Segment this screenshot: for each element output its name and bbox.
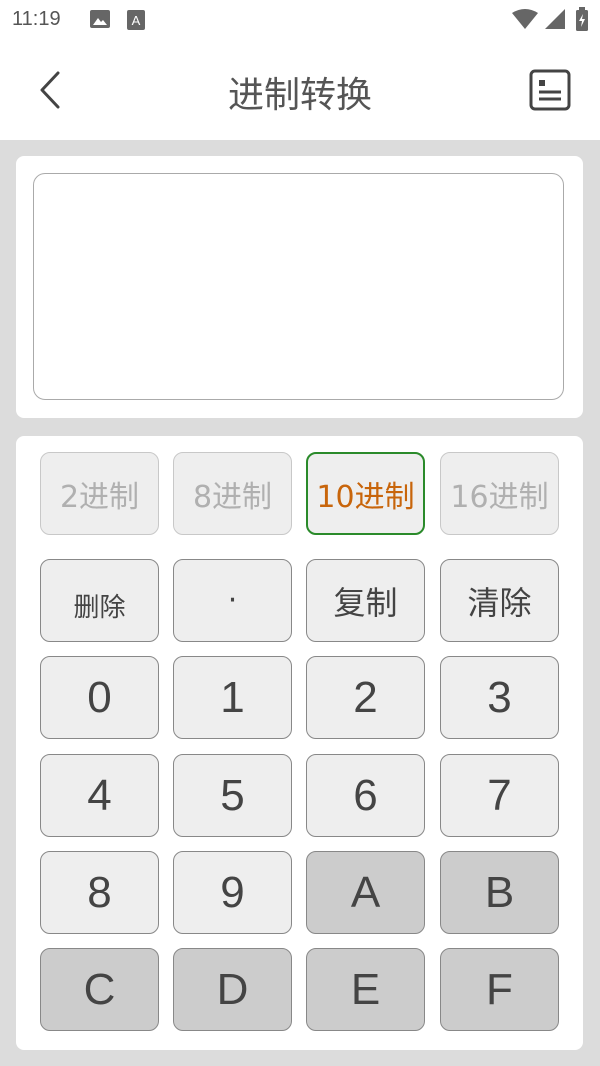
base-10-label: 10进制	[316, 479, 415, 515]
key-label: 0	[87, 672, 112, 722]
key-4-button[interactable]: 4	[40, 754, 159, 837]
key-label: F	[486, 964, 513, 1014]
history-button[interactable]	[528, 68, 572, 112]
key-8-button[interactable]: 8	[40, 851, 159, 934]
image-notification-icon	[90, 10, 110, 32]
key-label: 3	[487, 672, 512, 722]
key-label: A	[350, 867, 381, 917]
key-0-button[interactable]: 0	[40, 656, 159, 739]
key-b-button[interactable]: B	[440, 851, 559, 934]
key-label: 5	[220, 770, 245, 820]
key-2-button[interactable]: 2	[306, 656, 425, 739]
page-title: 进制转换	[227, 75, 372, 116]
key-label: B	[484, 867, 515, 917]
status-bar: 11:19 A	[0, 0, 600, 40]
key-f-button[interactable]: F	[440, 948, 559, 1031]
key-6-button[interactable]: 6	[306, 754, 425, 837]
wifi-icon	[512, 9, 538, 33]
base-2-label: 2进制	[59, 479, 140, 515]
clear-label: 清除	[467, 583, 532, 622]
base-8-button[interactable]: 8进制	[173, 452, 292, 535]
key-label: 6	[353, 770, 378, 820]
result-display	[33, 173, 564, 400]
key-c-button[interactable]: C	[40, 948, 159, 1031]
key-1-button[interactable]: 1	[173, 656, 292, 739]
base-10-button[interactable]: 10进制	[306, 452, 425, 535]
key-e-button[interactable]: E	[306, 948, 425, 1031]
key-label: D	[216, 964, 249, 1014]
dot-button[interactable]: ·	[173, 559, 292, 642]
key-5-button[interactable]: 5	[173, 754, 292, 837]
key-label: 1	[220, 672, 245, 722]
key-7-button[interactable]: 7	[440, 754, 559, 837]
delete-button[interactable]: 删除	[40, 559, 159, 642]
key-9-button[interactable]: 9	[173, 851, 292, 934]
key-label: 9	[220, 867, 245, 917]
keypad-card: 2进制 8进制 10进制 16进制 删除 · 复制 清除 0 1 2 3 4 5…	[16, 436, 583, 1050]
dot-label: ·	[227, 583, 238, 618]
base-16-label: 16进制	[450, 479, 549, 515]
base-8-label: 8进制	[192, 479, 273, 515]
delete-label: 删除	[73, 593, 126, 623]
base-2-button[interactable]: 2进制	[40, 452, 159, 535]
battery-icon	[576, 7, 588, 35]
key-label: 8	[87, 867, 112, 917]
base-16-button[interactable]: 16进制	[440, 452, 559, 535]
key-label: 4	[87, 770, 112, 820]
key-3-button[interactable]: 3	[440, 656, 559, 739]
status-time: 11:19	[12, 8, 61, 30]
history-list-icon	[529, 69, 571, 111]
key-label: 2	[353, 672, 378, 722]
key-a-button[interactable]: A	[306, 851, 425, 934]
key-d-button[interactable]: D	[173, 948, 292, 1031]
copy-button[interactable]: 复制	[306, 559, 425, 642]
key-label: C	[83, 964, 116, 1014]
clear-button[interactable]: 清除	[440, 559, 559, 642]
copy-label: 复制	[333, 583, 398, 622]
display-card	[16, 156, 583, 418]
text-notification-icon: A	[127, 10, 145, 34]
svg-text:A: A	[132, 13, 141, 28]
key-label: E	[350, 964, 381, 1014]
key-label: 7	[487, 770, 512, 820]
app-bar: 进制转换	[0, 40, 600, 140]
cell-signal-icon	[545, 9, 565, 33]
